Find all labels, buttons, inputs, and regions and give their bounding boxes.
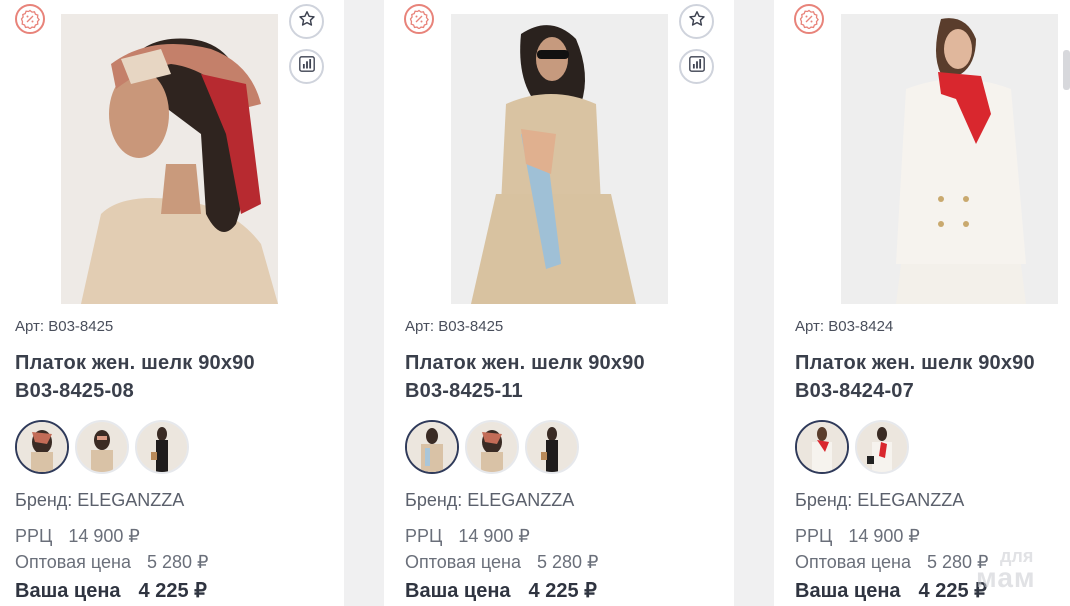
compare-button[interactable] [289,49,324,84]
product-title-line2: B03-8424-07 [795,380,914,402]
favorite-button[interactable] [679,4,714,39]
your-price-value: 4 225 ₽ [528,580,597,602]
wholesale-price-row: Оптовая цена 5 280 ₽ [795,552,989,573]
your-price-label: Ваша цена [405,580,511,602]
color-swatch[interactable] [525,420,579,474]
wholesale-value: 5 280 ₽ [537,552,599,572]
compare-button[interactable] [679,49,714,84]
product-title-line2: B03-8425-08 [15,380,134,402]
wholesale-price-row: Оптовая цена 5 280 ₽ [15,552,209,573]
article-number: Арт: B03-8424 [795,318,894,335]
color-swatches [405,420,579,474]
rrc-value: 14 900 ₽ [458,526,530,546]
article-number: Арт: B03-8425 [15,318,114,335]
your-price-label: Ваша цена [15,580,121,602]
star-icon [688,10,706,33]
wholesale-price-row: Оптовая цена 5 280 ₽ [405,552,599,573]
rrc-value: 14 900 ₽ [848,526,920,546]
percent-badge-icon [794,4,824,34]
bar-chart-icon [688,55,706,78]
product-card[interactable]: Арт: B03-8424 Платок жен. шелк 90х90 B03… [774,0,1070,606]
rrc-label: РРЦ [15,526,53,546]
color-swatch[interactable] [135,420,189,474]
color-swatches [15,420,189,474]
product-title[interactable]: Платок жен. шелк 90х90 B03-8425-08 [15,349,315,405]
your-price-row: Ваша цена 4 225 ₽ [15,578,207,603]
wholesale-label: Оптовая цена [405,552,521,572]
product-title-line1: Платок жен. шелк 90х90 [405,352,645,374]
product-title[interactable]: Платок жен. шелк 90х90 B03-8425-11 [405,349,705,405]
wholesale-value: 5 280 ₽ [147,552,209,572]
color-swatch[interactable] [855,420,909,474]
rrc-price-row: РРЦ 14 900 ₽ [405,526,530,547]
rrc-label: РРЦ [795,526,833,546]
wholesale-label: Оптовая цена [15,552,131,572]
favorite-button[interactable] [289,4,324,39]
product-card[interactable]: Арт: B03-8425 Платок жен. шелк 90х90 B03… [0,0,344,606]
brand-label: Бренд: ELEGANZZA [15,490,185,510]
percent-badge-icon [15,4,45,34]
wholesale-label: Оптовая цена [795,552,911,572]
scrollbar-thumb[interactable] [1063,50,1070,90]
color-swatch[interactable] [75,420,129,474]
product-title-line1: Платок жен. шелк 90х90 [15,352,255,374]
product-card[interactable]: Арт: B03-8425 Платок жен. шелк 90х90 B03… [384,0,734,606]
watermark: для мам [976,544,1066,604]
color-swatch[interactable] [405,420,459,474]
watermark-line2: мам [976,562,1036,593]
star-icon [298,10,316,33]
your-price-row: Ваша цена 4 225 ₽ [405,578,597,603]
product-grid: Арт: B03-8425 Платок жен. шелк 90х90 B03… [0,0,1070,606]
your-price-row: Ваша цена 4 225 ₽ [795,578,987,603]
product-image[interactable] [451,14,668,304]
product-title[interactable]: Платок жен. шелк 90х90 B03-8424-07 [795,349,1070,405]
brand-label: Бренд: ELEGANZZA [795,490,965,510]
rrc-price-row: РРЦ 14 900 ₽ [795,526,920,547]
product-image[interactable] [841,14,1058,304]
product-title-line2: B03-8425-11 [405,380,523,402]
percent-badge-icon [404,4,434,34]
color-swatch[interactable] [465,420,519,474]
brand-label: Бренд: ELEGANZZA [405,490,575,510]
rrc-value: 14 900 ₽ [68,526,140,546]
your-price-value: 4 225 ₽ [138,580,207,602]
rrc-label: РРЦ [405,526,443,546]
color-swatch[interactable] [15,420,69,474]
product-title-line1: Платок жен. шелк 90х90 [795,352,1035,374]
color-swatches [795,420,909,474]
product-image[interactable] [61,14,278,304]
color-swatch[interactable] [795,420,849,474]
your-price-label: Ваша цена [795,580,901,602]
bar-chart-icon [298,55,316,78]
rrc-price-row: РРЦ 14 900 ₽ [15,526,140,547]
article-number: Арт: B03-8425 [405,318,504,335]
